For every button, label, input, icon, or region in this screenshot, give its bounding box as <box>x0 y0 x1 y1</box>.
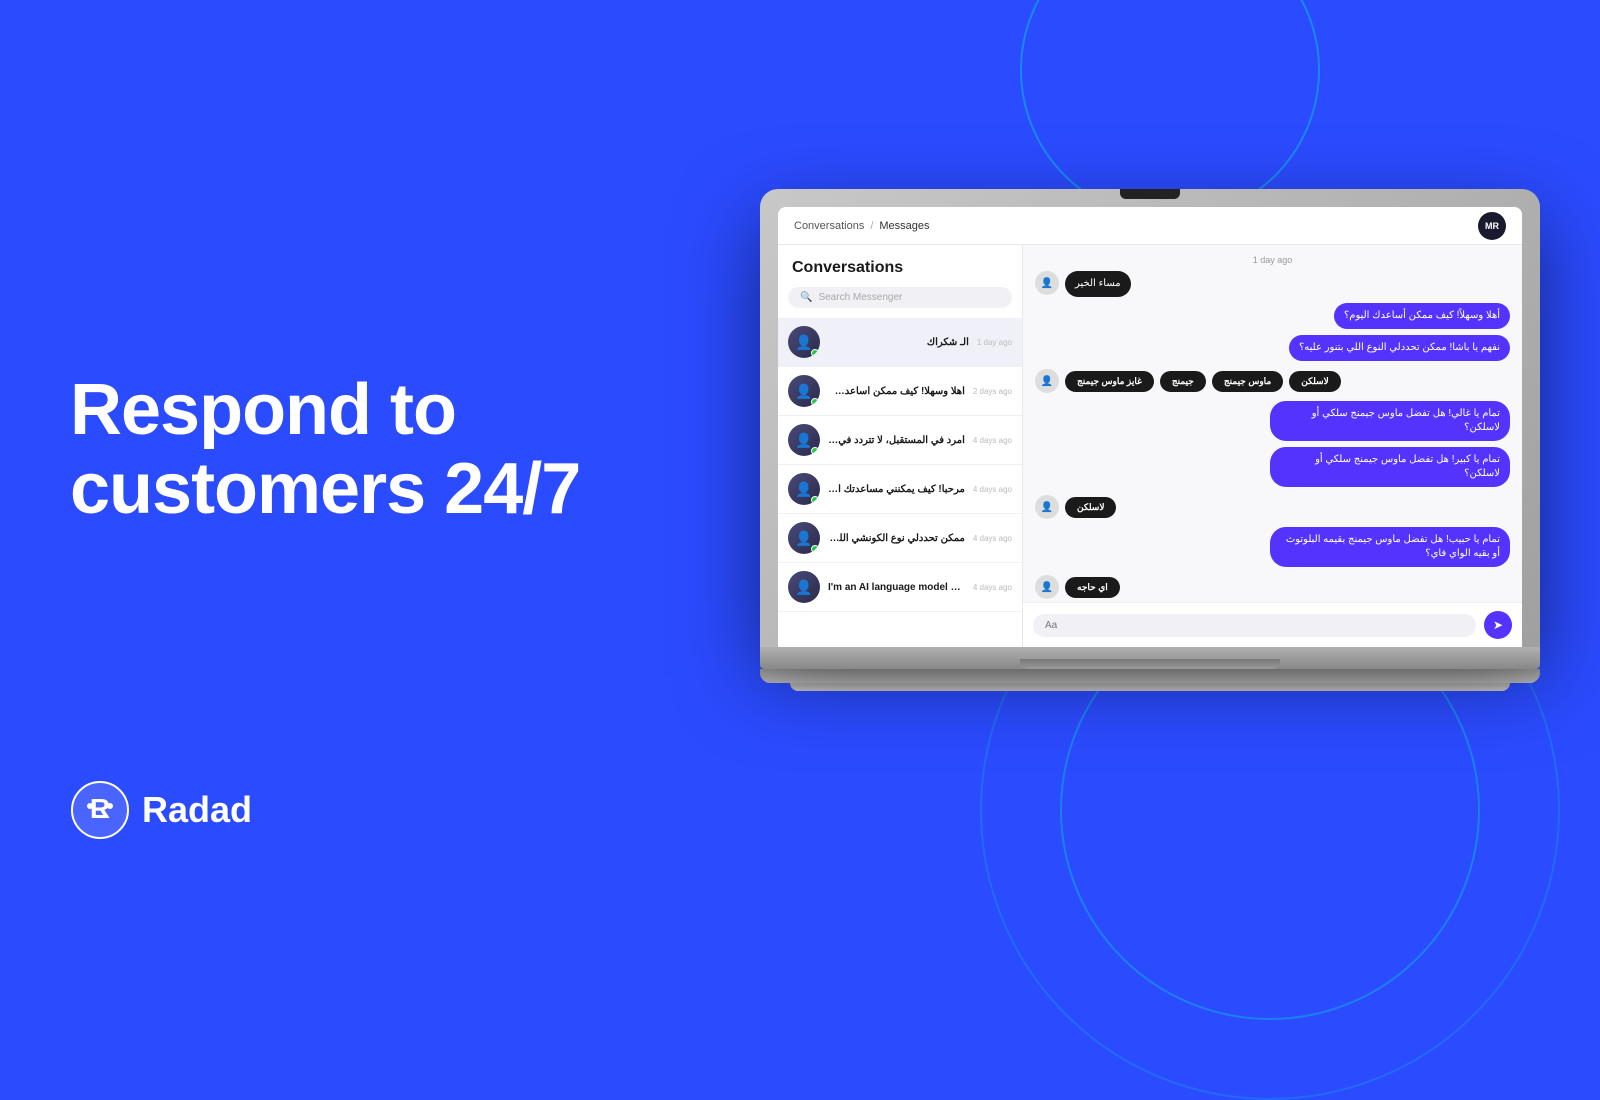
laptop: Conversations / Messages MR Conversation… <box>760 189 1540 691</box>
conv-item-3[interactable]: 👤 مرحباً! كيف يمكنني مساعدتك اليوم؟ 4 da… <box>778 465 1022 514</box>
msg-row-1: أهلا وسهلاً! كيف ممكن أساعدك اليوم؟ <box>1035 303 1510 329</box>
message-input[interactable] <box>1033 613 1476 636</box>
conv-item-2[interactable]: 👤 أمرد في المستقبل، لا تتردد في الاتصال … <box>778 416 1022 465</box>
chip-mouse-gaming[interactable]: ماوس جيمنج <box>1212 370 1283 391</box>
conv-time-5: 4 days ago <box>973 582 1012 591</box>
search-box[interactable]: 🔍 Search Messenger <box>788 287 1012 308</box>
conv-name-1: أهلا وسهلا! كيف ممكن أساعدك اليوم؟ <box>828 385 965 396</box>
laptop-body: Conversations / Messages MR Conversation… <box>760 189 1540 647</box>
decorative-circle-top <box>1020 0 1320 220</box>
chip-row-1: 👤 لاسلكن <box>1035 495 1510 519</box>
conversation-list: 👤 الـ شكراك 1 day ago <box>778 318 1022 647</box>
logo: R Radad <box>70 780 252 840</box>
conv-avatar-5: 👤 <box>788 571 820 603</box>
sidebar-title: Conversations <box>778 245 1022 287</box>
online-indicator-3 <box>811 496 819 504</box>
online-indicator-4 <box>811 545 819 553</box>
chat-panel: 1 day ago 👤 مساء الخير أهلا وسهلاً! كيف … <box>1023 245 1522 647</box>
conv-time-4: 4 days ago <box>973 533 1012 542</box>
conv-item-4[interactable]: 👤 ممكن تحددلي نوع الكونشي اللي بجور عليه… <box>778 514 1022 563</box>
logo-icon: R <box>70 780 130 840</box>
conv-avatar-3: 👤 <box>788 473 820 505</box>
app-main: Conversations 🔍 Search Messenger 👤 <box>778 245 1522 647</box>
send-button[interactable]: ➤ <box>1484 611 1512 639</box>
msg-row-2: نفهم يا باشا! ممكن تحددلي النوع اللي بتن… <box>1035 335 1510 361</box>
conv-time-0: 1 day ago <box>977 337 1012 346</box>
laptop-stand <box>760 669 1540 683</box>
conv-time-2: 4 days ago <box>973 435 1012 444</box>
laptop-notch <box>1120 189 1180 199</box>
msg-bubble-3: تمام يا غالي! هل تفضل ماوس جيمنج سلكي أو… <box>1270 401 1510 441</box>
msg-row-3: تمام يا غالي! هل تفضل ماوس جيمنج سلكي أو… <box>1035 401 1510 441</box>
conversations-sidebar: Conversations 🔍 Search Messenger 👤 <box>778 245 1023 647</box>
msg-row-4: تمام يا كبير! هل تفضل ماوس جيمنج سلكي أو… <box>1035 447 1510 487</box>
breadcrumb: Conversations / Messages <box>794 219 930 231</box>
conv-info-3: مرحباً! كيف يمكنني مساعدتك اليوم؟ <box>828 483 965 494</box>
conv-time-1: 2 days ago <box>973 386 1012 395</box>
app-ui: Conversations / Messages MR Conversation… <box>778 207 1522 647</box>
breadcrumb-root: Conversations <box>794 219 864 231</box>
chip-wireless-2[interactable]: لاسلكن <box>1065 496 1116 517</box>
user-avatar: MR <box>1478 211 1506 239</box>
conv-info-2: أمرد في المستقبل، لا تتردد في الاتصال بـ… <box>828 434 965 445</box>
msg-row-0: 👤 مساء الخير <box>1035 271 1510 297</box>
headline: Respond to customers 24/7 <box>70 371 630 529</box>
chip-avatar-2: 👤 <box>1035 575 1059 599</box>
conv-name-5: I'm an AI language model designed ... <box>828 581 965 592</box>
left-content-area: Respond to customers 24/7 <box>70 371 630 529</box>
search-icon: 🔍 <box>800 292 812 303</box>
breadcrumb-current: Messages <box>879 219 929 231</box>
chip-gazer-mouse[interactable]: غايز ماوس جيمنج <box>1065 370 1154 391</box>
headline-line1: Respond to <box>70 370 456 450</box>
msg-bubble-1: أهلا وسهلاً! كيف ممكن أساعدك اليوم؟ <box>1334 303 1510 329</box>
chat-input-area: ➤ <box>1023 602 1522 647</box>
headline-line2: customers 24/7 <box>70 449 580 529</box>
conv-avatar-4: 👤 <box>788 522 820 554</box>
chip-row-0: 👤 غايز ماوس جيمنج جيمنج ماوس جيمنج لاسلك… <box>1035 369 1510 393</box>
chip-anything[interactable]: اي حاجه <box>1065 576 1120 597</box>
logo-text: Radad <box>142 789 252 831</box>
conv-name-0: الـ شكراك <box>828 336 969 347</box>
msg-bubble-0: مساء الخير <box>1065 271 1131 297</box>
chip-gaming[interactable]: جيمنج <box>1160 370 1206 391</box>
laptop-foot <box>790 683 1510 691</box>
conv-item-1[interactable]: 👤 أهلا وسهلا! كيف ممكن أساعدك اليوم؟ 2 d… <box>778 367 1022 416</box>
conv-item-5[interactable]: 👤 I'm an AI language model designed ... … <box>778 563 1022 612</box>
breadcrumb-separator: / <box>870 219 873 231</box>
online-indicator-1 <box>811 398 819 406</box>
laptop-screen: Conversations / Messages MR Conversation… <box>778 207 1522 647</box>
conv-name-3: مرحباً! كيف يمكنني مساعدتك اليوم؟ <box>828 483 965 494</box>
laptop-base <box>760 647 1540 669</box>
chip-row-2: 👤 اي حاجه <box>1035 575 1510 599</box>
chat-date-header: 1 day ago <box>1023 245 1522 271</box>
messages-area: 👤 مساء الخير أهلا وسهلاً! كيف ممكن أساعد… <box>1023 271 1522 602</box>
conv-avatar-2: 👤 <box>788 424 820 456</box>
svg-text:R: R <box>90 793 110 824</box>
conv-time-3: 4 days ago <box>973 484 1012 493</box>
conv-item-0[interactable]: 👤 الـ شكراك 1 day ago <box>778 318 1022 367</box>
conv-name-4: ممكن تحددلي نوع الكونشي اللي بجور عليه <box>828 532 965 543</box>
conv-info-0: الـ شكراك <box>828 336 969 347</box>
app-topbar: Conversations / Messages MR <box>778 207 1522 245</box>
chip-wireless[interactable]: لاسلكن <box>1289 370 1340 391</box>
conv-name-2: أمرد في المستقبل، لا تتردد في الاتصال بـ… <box>828 434 965 445</box>
conv-info-4: ممكن تحددلي نوع الكونشي اللي بجور عليه <box>828 532 965 543</box>
msg-bubble-4: تمام يا كبير! هل تفضل ماوس جيمنج سلكي أو… <box>1270 447 1510 487</box>
conv-info-5: I'm an AI language model designed ... <box>828 581 965 592</box>
msg-avatar-0: 👤 <box>1035 271 1059 295</box>
online-indicator-2 <box>811 447 819 455</box>
conv-info-1: أهلا وسهلا! كيف ممكن أساعدك اليوم؟ <box>828 385 965 396</box>
chip-avatar: 👤 <box>1035 369 1059 393</box>
conv-avatar-1: 👤 <box>788 375 820 407</box>
msg-row-5: تمام يا حبيب! هل تفضل ماوس جيمنج بقيمه ا… <box>1035 527 1510 567</box>
conv-avatar-0: 👤 <box>788 326 820 358</box>
msg-bubble-2: نفهم يا باشا! ممكن تحددلي النوع اللي بتن… <box>1289 335 1510 361</box>
online-indicator <box>811 349 819 357</box>
msg-bubble-5: تمام يا حبيب! هل تفضل ماوس جيمنج بقيمه ا… <box>1270 527 1510 567</box>
send-icon: ➤ <box>1493 618 1503 632</box>
chip-avatar-1: 👤 <box>1035 495 1059 519</box>
search-placeholder: Search Messenger <box>818 292 902 303</box>
